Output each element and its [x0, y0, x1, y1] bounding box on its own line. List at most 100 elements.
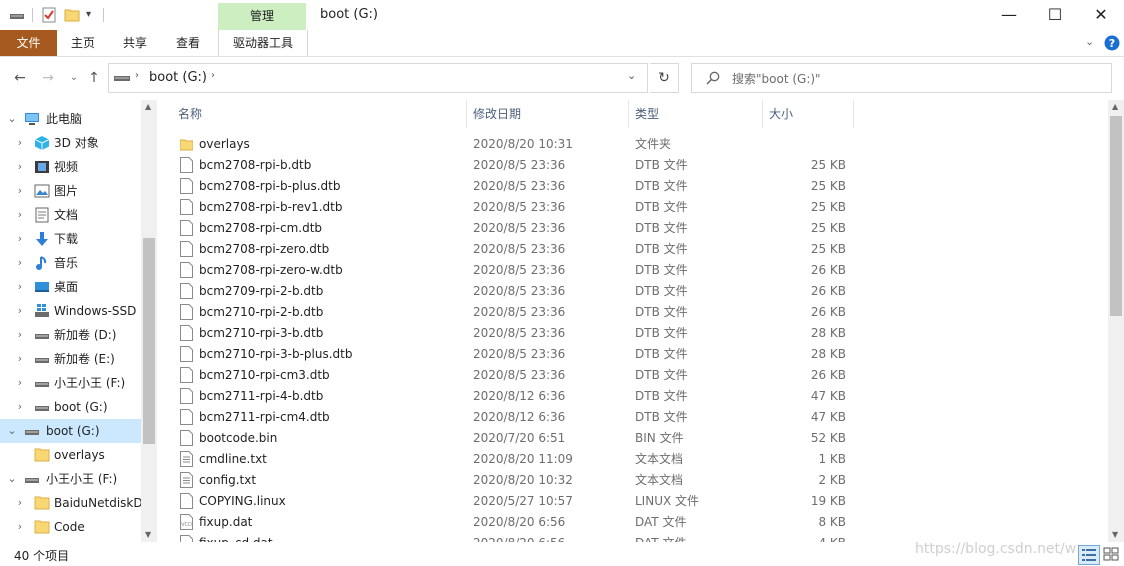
file-date: 2020/8/5 23:36	[473, 242, 566, 256]
nav-tree-item[interactable]: › 音乐	[0, 251, 141, 275]
scroll-up-icon[interactable]: ▲	[1112, 102, 1118, 111]
tab-share[interactable]: 共享	[114, 30, 156, 56]
column-header-type[interactable]: 类型	[635, 102, 755, 126]
back-arrow-icon[interactable]: ←	[10, 68, 30, 88]
file-row[interactable]: VCD fixup.dat 2020/8/20 6:56 DAT 文件 8 KB	[174, 512, 874, 533]
file-row[interactable]: bcm2708-rpi-b.dtb 2020/8/5 23:36 DTB 文件 25 …	[174, 155, 874, 176]
tab-drive-tools[interactable]: 驱动器工具	[218, 30, 308, 56]
nav-tree-item[interactable]: › 文档	[0, 203, 141, 227]
refresh-button[interactable]: ↻	[650, 63, 679, 93]
file-row[interactable]: bcm2710-rpi-3-b-plus.dtb 2020/8/5 23:36 DT…	[174, 344, 874, 365]
nav-tree-item[interactable]: › 新加卷 (E:)	[0, 347, 141, 371]
nav-tree-item[interactable]: › boot (G:)	[0, 395, 141, 419]
file-row[interactable]: bcm2708-rpi-zero.dtb 2020/8/5 23:36 DTB 文件…	[174, 239, 874, 260]
file-size: 4 KB	[770, 533, 846, 542]
forward-arrow-icon[interactable]: →	[38, 68, 58, 88]
file-list-scrollbar[interactable]: ▲ ▼	[1108, 100, 1124, 542]
recent-locations-icon[interactable]: ⌄	[64, 68, 84, 88]
chevron-down-icon[interactable]: ⌄	[6, 419, 18, 443]
tab-home[interactable]: 主页	[62, 30, 104, 56]
nav-tree-item[interactable]: ⌄ boot (G:)	[0, 419, 141, 443]
nav-tree-item[interactable]: › Windows-SSD	[0, 299, 141, 323]
chevron-right-icon[interactable]: ›	[14, 251, 26, 275]
large-icons-view-icon[interactable]	[1101, 545, 1121, 563]
scroll-up-icon[interactable]: ▲	[145, 102, 151, 111]
address-dropdown-icon[interactable]: ⌄	[627, 69, 636, 82]
file-size: 28 KB	[810, 326, 846, 340]
minimize-button[interactable]: —	[986, 0, 1032, 30]
nav-tree-item[interactable]: › BaiduNetdiskD	[0, 491, 143, 515]
chevron-right-icon[interactable]: ›	[14, 491, 26, 515]
chevron-down-icon[interactable]: ⌄	[6, 467, 18, 491]
chevron-right-icon[interactable]: ›	[14, 155, 26, 179]
nav-tree-item[interactable]: › 桌面	[0, 275, 141, 299]
chevron-right-icon[interactable]: ›	[14, 371, 26, 395]
breadcrumb-chevron-icon[interactable]: ›	[135, 70, 139, 81]
up-arrow-icon[interactable]: ↑	[84, 68, 104, 88]
maximize-button[interactable]: ☐	[1032, 0, 1078, 30]
file-row[interactable]: bcm2708-rpi-b-rev1.dtb 2020/8/5 23:36 DTB …	[174, 197, 874, 218]
nav-tree-item[interactable]: › 下载	[0, 227, 141, 251]
customize-toolbar-icon[interactable]: ▾	[86, 7, 102, 23]
file-row[interactable]: bootcode.bin 2020/7/20 6:51 BIN 文件 52 KB	[174, 428, 874, 449]
context-tab-manage[interactable]: 管理	[218, 3, 306, 30]
nav-tree-item[interactable]: ⌄ 小王小王 (F:)	[0, 467, 141, 491]
chevron-right-icon[interactable]: ›	[14, 515, 26, 539]
new-folder-icon[interactable]	[64, 7, 80, 23]
chevron-right-icon[interactable]: ›	[14, 347, 26, 371]
breadcrumb-segment[interactable]: boot (G:)	[149, 70, 207, 85]
file-row[interactable]: config.txt 2020/8/20 10:32 文本文档 2 KB	[174, 470, 874, 491]
nav-tree-item[interactable]: ⌄ 此电脑	[0, 107, 141, 131]
file-type: DTB 文件	[635, 305, 688, 319]
chevron-right-icon[interactable]: ›	[14, 323, 26, 347]
nav-tree-item[interactable]: › 图片	[0, 179, 141, 203]
file-row[interactable]: overlays 2020/8/20 10:31 文件夹	[174, 134, 874, 155]
scroll-down-icon[interactable]: ▼	[145, 530, 151, 539]
help-icon[interactable]: ?	[1104, 35, 1120, 51]
nav-tree-item[interactable]: › 小王小王 (F:)	[0, 371, 141, 395]
file-row[interactable]: bcm2711-rpi-4-b.dtb 2020/8/12 6:36 DTB 文件 4…	[174, 386, 874, 407]
file-list-scroll-thumb[interactable]	[1110, 116, 1122, 316]
file-row[interactable]: bcm2710-rpi-2-b.dtb 2020/8/5 23:36 DTB 文件 2…	[174, 302, 874, 323]
file-row[interactable]: cmdline.txt 2020/8/20 11:09 文本文档 1 KB	[174, 449, 874, 470]
nav-tree-item[interactable]: › 新加卷 (D:)	[0, 323, 141, 347]
file-row[interactable]: bcm2710-rpi-3-b.dtb 2020/8/5 23:36 DTB 文件 2…	[174, 323, 874, 344]
file-row[interactable]: bcm2710-rpi-cm3.dtb 2020/8/5 23:36 DTB 文件 2…	[174, 365, 874, 386]
breadcrumb-chevron-icon[interactable]: ›	[211, 70, 215, 81]
file-size: 47 KB	[810, 389, 846, 403]
file-date: 2020/8/5 23:36	[473, 179, 566, 193]
chevron-right-icon[interactable]: ›	[14, 179, 26, 203]
file-row[interactable]: VCD fixup_cd.dat 2020/8/20 6:56 DAT 文件 4 KB	[174, 533, 874, 542]
chevron-right-icon[interactable]: ›	[14, 395, 26, 419]
nav-tree-item[interactable]: › 视频	[0, 155, 141, 179]
tab-view[interactable]: 查看	[167, 30, 209, 56]
file-row[interactable]: COPYING.linux 2020/5/27 10:57 LINUX 文件 19 K…	[174, 491, 874, 512]
column-header-size[interactable]: 大小	[769, 102, 849, 126]
file-row[interactable]: bcm2709-rpi-2-b.dtb 2020/8/5 23:36 DTB 文件 2…	[174, 281, 874, 302]
address-bar[interactable]: › boot (G:) › ⌄	[108, 63, 648, 93]
column-header-date[interactable]: 修改日期	[473, 102, 623, 126]
file-row[interactable]: bcm2708-rpi-cm.dtb 2020/8/5 23:36 DTB 文件 25…	[174, 218, 874, 239]
chevron-right-icon[interactable]: ›	[14, 227, 26, 251]
search-box[interactable]: 搜索"boot (G:)"	[691, 63, 1112, 93]
chevron-down-icon[interactable]: ⌄	[6, 107, 18, 131]
details-view-icon[interactable]	[1078, 545, 1100, 565]
file-row[interactable]: bcm2708-rpi-zero-w.dtb 2020/8/5 23:36 DTB …	[174, 260, 874, 281]
expand-ribbon-icon[interactable]: ⌄	[1085, 35, 1094, 48]
nav-tree-item[interactable]: › Code	[0, 515, 141, 539]
chevron-right-icon[interactable]: ›	[14, 203, 26, 227]
nav-scrollbar[interactable]: ▲ ▼	[141, 100, 157, 542]
close-button[interactable]: ✕	[1078, 0, 1124, 30]
file-row[interactable]: bcm2711-rpi-cm4.dtb 2020/8/12 6:36 DTB 文件 4…	[174, 407, 874, 428]
scroll-down-icon[interactable]: ▼	[1112, 530, 1118, 539]
nav-tree-item[interactable]: overlays	[0, 443, 141, 467]
chevron-right-icon[interactable]: ›	[14, 275, 26, 299]
properties-icon[interactable]	[41, 7, 57, 23]
chevron-right-icon[interactable]: ›	[14, 131, 26, 155]
tab-file[interactable]: 文件	[0, 30, 57, 56]
nav-tree-item[interactable]: › 3D 对象	[0, 131, 141, 155]
column-header-name[interactable]: 名称	[178, 102, 458, 126]
chevron-right-icon[interactable]: ›	[14, 299, 26, 323]
file-row[interactable]: bcm2708-rpi-b-plus.dtb 2020/8/5 23:36 DTB …	[174, 176, 874, 197]
nav-scroll-thumb[interactable]	[143, 238, 155, 444]
